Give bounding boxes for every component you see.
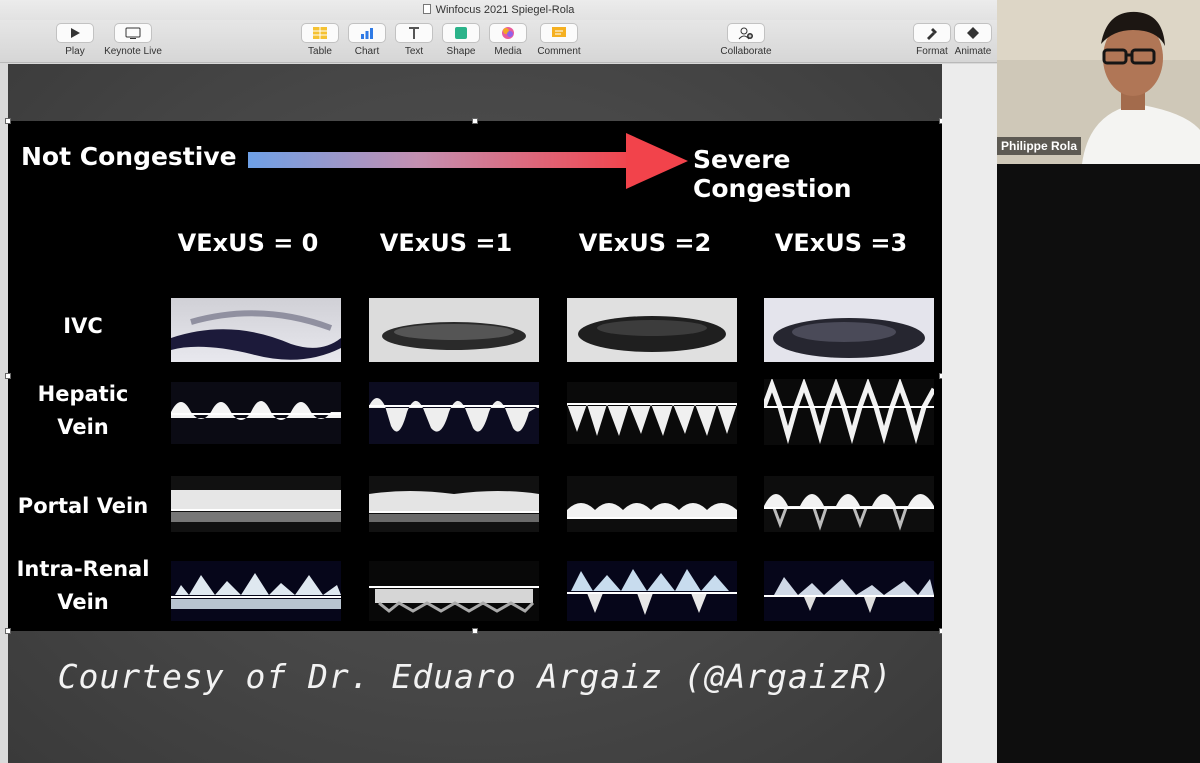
selection-handle-top-left[interactable] — [5, 118, 11, 124]
not-congestive-label: Not Congestive — [21, 142, 237, 171]
renal-waveform-vexus-1 — [369, 561, 539, 621]
portal-waveform-vexus-1 — [369, 476, 539, 532]
congestion-arrow-icon — [248, 133, 688, 189]
window-title: Winfocus 2021 Spiegel-Rola — [435, 4, 575, 16]
table-icon — [301, 23, 339, 43]
webcam-video[interactable]: Philippe Rola — [997, 0, 1200, 164]
video-panel: Philippe Rola — [997, 0, 1200, 763]
row-label-intra-renal-vein: Intra-Renal Vein — [16, 557, 150, 614]
window-title-bar: Winfocus 2021 Spiegel-Rola — [0, 0, 997, 20]
animate-label: Animate — [954, 46, 992, 57]
text-icon — [395, 23, 433, 43]
renal-waveform-vexus-2 — [567, 561, 737, 621]
collaborate-button[interactable]: Collaborate — [702, 23, 790, 57]
collaborate-label: Collaborate — [720, 46, 772, 57]
row-label-portal-vein: Portal Vein — [17, 494, 149, 518]
ivc-image-vexus-1 — [369, 298, 539, 362]
keynote-live-label: Keynote Live — [104, 46, 162, 57]
app-root: Winfocus 2021 Spiegel-Rola Play Keynote … — [0, 0, 1200, 763]
portal-waveform-vexus-0 — [171, 476, 341, 532]
renal-waveform-vexus-0 — [171, 561, 341, 621]
comment-button[interactable]: Comment — [529, 23, 589, 57]
animate-icon — [954, 23, 992, 43]
shape-icon — [442, 23, 480, 43]
ivc-image-vexus-3 — [764, 298, 934, 362]
portal-waveform-vexus-3 — [764, 476, 934, 532]
portal-waveform-vexus-2 — [567, 476, 737, 532]
row-label-hepatic-vein: Hepatic Vein — [37, 382, 129, 439]
keynote-window: Winfocus 2021 Spiegel-Rola Play Keynote … — [0, 0, 997, 763]
document-icon — [422, 4, 431, 14]
vexus-figure[interactable]: Not Congestive Severe Congestion VExUS =… — [5, 118, 945, 634]
collaborate-icon — [727, 23, 765, 43]
column-header-vexus-3: VExUS =3 — [774, 229, 908, 257]
ivc-image-vexus-0 — [171, 298, 341, 362]
media-icon — [489, 23, 527, 43]
column-header-vexus-2: VExUS =2 — [578, 229, 712, 257]
comment-label: Comment — [537, 46, 581, 57]
hepatic-waveform-vexus-0 — [171, 382, 341, 444]
format-icon — [913, 23, 951, 43]
row-label-ivc: IVC — [63, 314, 103, 338]
hepatic-waveform-vexus-3 — [764, 379, 934, 445]
chart-icon — [348, 23, 386, 43]
selection-handle-bottom[interactable] — [472, 628, 478, 634]
selection-handle-bottom-left[interactable] — [5, 628, 11, 634]
column-header-vexus-1: VExUS =1 — [379, 229, 513, 257]
renal-waveform-vexus-3 — [764, 561, 934, 621]
severe-congestion-label: Severe Congestion — [693, 145, 852, 203]
hepatic-waveform-vexus-1 — [369, 382, 539, 444]
slide: Not Congestive Severe Congestion VExUS =… — [5, 64, 945, 763]
column-header-vexus-0: VExUS = 0 — [177, 229, 319, 257]
animate-button[interactable]: Animate — [948, 23, 997, 57]
hepatic-waveform-vexus-2 — [567, 382, 737, 444]
keynote-live-button[interactable]: Keynote Live — [89, 23, 177, 57]
comment-icon — [540, 23, 578, 43]
slide-canvas: Not Congestive Severe Congestion VExUS =… — [0, 64, 997, 763]
participant-name: Philippe Rola — [997, 137, 1082, 155]
ivc-image-vexus-2 — [567, 298, 737, 362]
canvas-side-panel — [942, 64, 997, 763]
courtesy-caption: Courtesy of Dr. Eduaro Argaiz (@ArgaizR) — [57, 657, 893, 696]
keynote-live-icon — [114, 23, 152, 43]
toolbar: Play Keynote Live Table Chart Text Shape… — [0, 20, 997, 63]
selection-handle-top[interactable] — [472, 118, 478, 124]
selection-handle-left[interactable] — [5, 373, 11, 379]
